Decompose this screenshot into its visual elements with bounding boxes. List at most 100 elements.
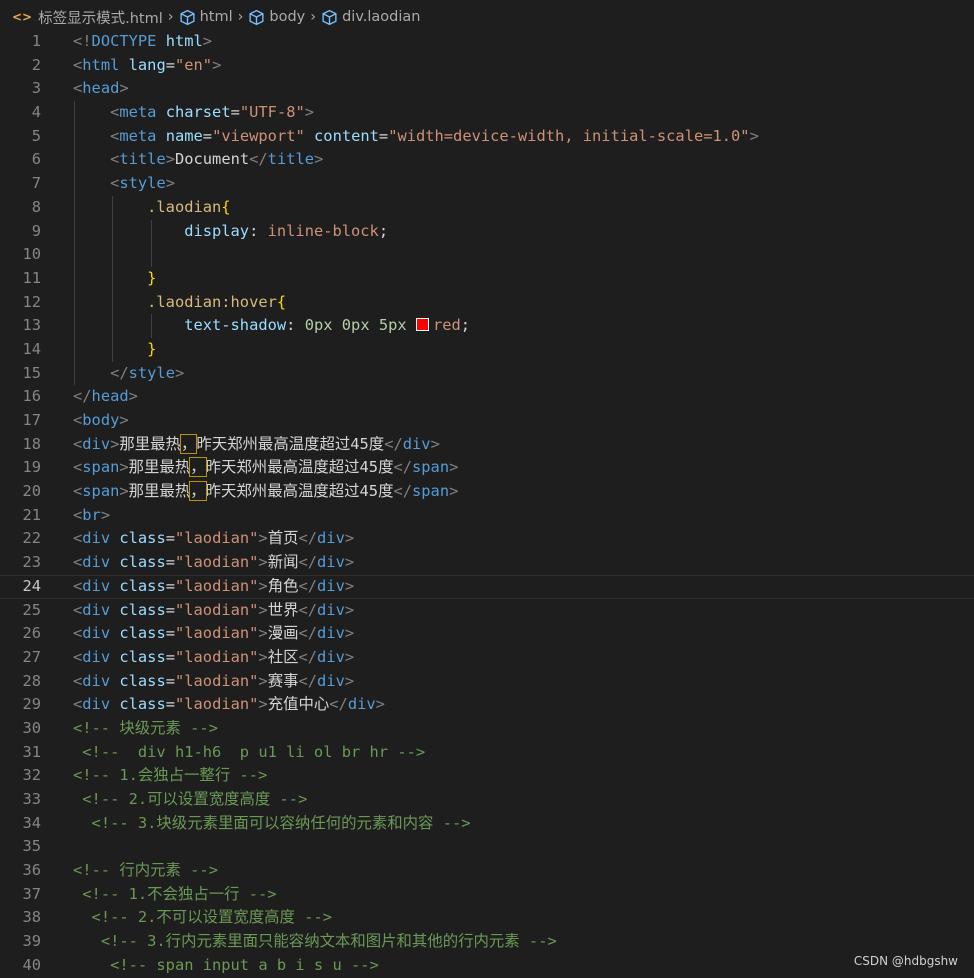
breadcrumb-body[interactable]: body	[248, 9, 305, 26]
code-line[interactable]: 33 <!-- 2.可以设置宽度高度 -->	[0, 788, 974, 812]
code-token: <	[73, 671, 83, 690]
code-token: span	[82, 482, 120, 501]
code-line[interactable]: 29 <div class="laodian">充值中心</div>	[0, 693, 974, 717]
line-number: 6	[31, 150, 41, 169]
code-token: =	[378, 126, 389, 145]
code-line[interactable]: 10	[0, 243, 974, 267]
code-line[interactable]: 37 <!-- 1.不会独占一行 -->	[0, 883, 974, 907]
code-token: >	[174, 363, 185, 382]
code-token: br	[82, 505, 101, 524]
code-token: </	[298, 671, 318, 690]
code-line[interactable]: 25 <div class="laodian">世界</div>	[0, 599, 974, 623]
code-token: >	[110, 434, 120, 453]
code-token: </	[393, 482, 413, 501]
code-line[interactable]: 5 <meta name="viewport" content="width=d…	[0, 124, 974, 149]
code-line[interactable]: 21 <br>	[0, 504, 974, 528]
code-token: >	[344, 600, 355, 619]
code-line[interactable]: 2 <html lang="en">	[0, 54, 974, 78]
code-line[interactable]: 1 <!DOCTYPE html>	[0, 30, 974, 54]
code-line[interactable]: 6 <title>Document</title>	[0, 148, 974, 173]
code-line[interactable]: 9 display: inline-block;	[0, 219, 974, 244]
code-line[interactable]: 7 <style>	[0, 172, 974, 196]
line-number: 12	[22, 292, 41, 311]
code-line[interactable]: 22 <div class="laodian">首页</div>	[0, 527, 974, 551]
code-line[interactable]: 36 <!-- 行内元素 -->	[0, 859, 974, 883]
code-token: red	[432, 316, 461, 335]
breadcrumb-file[interactable]: <> 标签显示模式.html	[12, 7, 163, 28]
code-token: >	[344, 529, 355, 548]
code-line[interactable]: 40 <!-- span input a b i s u -->	[0, 954, 974, 978]
code-token: 赛事	[267, 671, 299, 690]
code-token: style	[128, 363, 175, 382]
breadcrumb-file-label: 标签显示模式.html	[38, 10, 163, 27]
code-line[interactable]: 31 <!-- div h1-h6 p u1 li ol br hr -->	[0, 741, 974, 765]
line-number: 10	[22, 245, 41, 264]
code-line[interactable]: 16 </head>	[0, 385, 974, 409]
code-line[interactable]: 14 }	[0, 337, 974, 362]
code-text: </head>	[73, 385, 138, 409]
code-line[interactable]: 32 <!-- 1.会独占一整行 -->	[0, 764, 974, 788]
code-line[interactable]: 39 <!-- 3.行内元素里面只能容纳文本和图片和其他的行内元素 -->	[0, 930, 974, 954]
code-line[interactable]: 4 <meta charset="UTF-8">	[0, 101, 974, 125]
code-editor[interactable]: 1 <!DOCTYPE html> 2 <html lang="en"> 3 <head>…	[0, 30, 974, 978]
breadcrumb-body-label: body	[269, 9, 306, 25]
breadcrumb-div[interactable]: div.laodian	[321, 9, 420, 26]
code-text: <meta charset="UTF-8">	[73, 101, 314, 125]
code-line[interactable]: 8 .laodian{	[0, 195, 974, 220]
code-line[interactable]: 28 <div class="laodian">赛事</div>	[0, 670, 974, 694]
line-number: 7	[31, 174, 41, 193]
code-line[interactable]: 3 <head>	[0, 77, 974, 101]
code-line[interactable]: 27 <div class="laodian">社区</div>	[0, 646, 974, 670]
code-line[interactable]: 13 text-shadow: 0px 0px 5px red;	[0, 314, 974, 338]
code-token: charset	[165, 103, 231, 122]
code-text: <html lang="en">	[73, 54, 221, 78]
code-token: <!-- 3.行内元素里面只能容纳文本和图片和其他的行内元素 -->	[100, 932, 557, 951]
code-token: <!-- 2.不可以设置宽度高度 -->	[91, 908, 332, 927]
code-line[interactable]: 11 }	[0, 266, 974, 291]
code-token: <	[110, 103, 120, 122]
code-line[interactable]: 12 .laodian:hover{	[0, 290, 974, 315]
code-token: =	[165, 55, 175, 74]
code-line[interactable]: 35	[0, 835, 974, 859]
line-number: 1	[31, 32, 41, 50]
code-token: html	[82, 55, 120, 74]
code-line[interactable]: 19 <span>那里最热，昨天郑州最高温度超过45度</span>	[0, 456, 974, 480]
code-token: =	[165, 647, 175, 666]
code-token: </	[298, 553, 318, 572]
code-line[interactable]: 17 <body>	[0, 409, 974, 433]
code-text: <title>Document</title>	[73, 148, 323, 172]
code-line[interactable]: 34 <!-- 3.块级元素里面可以容纳任何的元素和内容 -->	[0, 812, 974, 836]
code-line[interactable]: 23 <div class="laodian">新闻</div>	[0, 551, 974, 575]
code-token: {	[221, 197, 231, 216]
code-line[interactable]: 24 <div class="laodian">角色</div>	[0, 575, 974, 599]
code-token: :	[286, 316, 305, 335]
code-token: meta	[119, 126, 157, 145]
code-line[interactable]: 38 <!-- 2.不可以设置宽度高度 -->	[0, 906, 974, 930]
code-token: <	[73, 55, 83, 74]
code-token: </	[298, 647, 318, 666]
chevron-right-icon: ›	[237, 9, 244, 25]
code-token: <!-- 3.块级元素里面可以容纳任何的元素和内容 -->	[91, 813, 471, 832]
line-number: 14	[22, 339, 41, 358]
code-token: div	[317, 576, 345, 595]
code-line[interactable]: 30 <!-- 块级元素 -->	[0, 717, 974, 741]
code-line[interactable]: 18 <div>那里最热，昨天郑州最高温度超过45度</div>	[0, 433, 974, 457]
code-token: div	[317, 553, 345, 572]
code-token: <	[73, 624, 83, 643]
code-token: div	[317, 600, 345, 619]
code-line[interactable]: 15 </style>	[0, 361, 974, 386]
code-token: style	[119, 174, 166, 193]
code-line[interactable]: 20 <span>那里最热，昨天郑州最高温度超过45度</span>	[0, 480, 974, 504]
code-text: <!-- 3.块级元素里面可以容纳任何的元素和内容 -->	[73, 812, 471, 836]
code-line[interactable]: 26 <div class="laodian">漫画</div>	[0, 622, 974, 646]
code-token: <!	[73, 32, 92, 50]
color-swatch-icon[interactable]	[415, 318, 429, 332]
breadcrumb-html[interactable]: html	[179, 9, 233, 26]
code-token: 昨天郑州最高温度超过45度	[205, 482, 394, 501]
